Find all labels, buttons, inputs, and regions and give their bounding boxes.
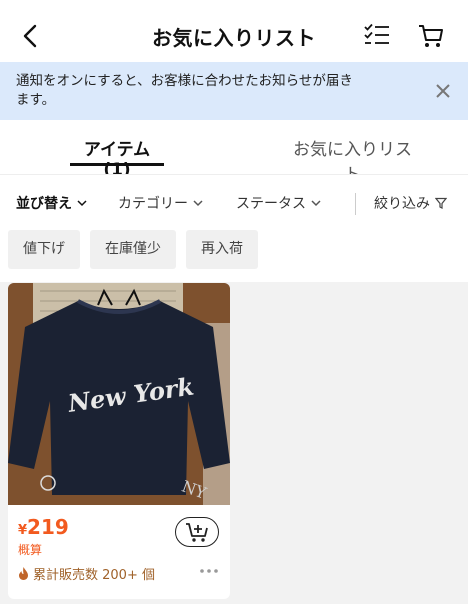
cart-plus-icon — [186, 523, 208, 542]
chevron-down-icon — [77, 200, 87, 207]
narrow-label: 絞り込み — [374, 196, 430, 212]
sort-dropdown[interactable]: 並び替え — [16, 193, 87, 213]
filter-divider — [355, 193, 356, 215]
notification-text: 通知をオンにすると、お客様に合わせたお知らせが届きます。 — [16, 73, 353, 108]
status-label: ステータス — [236, 196, 306, 212]
chevron-down-icon — [311, 200, 321, 207]
chevron-down-icon — [193, 200, 203, 207]
price: ¥219 — [18, 515, 69, 539]
close-icon[interactable] — [433, 81, 453, 101]
sales-count: 累計販売数 200+ 個 — [18, 564, 155, 583]
more-options-icon[interactable] — [198, 566, 220, 576]
narrow-down-button[interactable]: 絞り込み — [374, 193, 447, 213]
approx-label: 概算 — [18, 543, 43, 557]
filter-icon — [435, 197, 447, 209]
category-dropdown[interactable]: カテゴリー — [118, 193, 203, 213]
product-card[interactable]: New York NY ¥219 概算 累計販売数 200+ 個 — [8, 283, 230, 599]
tab-bar: アイテム (1) お気に入りリスト — [0, 120, 468, 185]
page-title: お気に入りリスト — [152, 26, 316, 50]
filter-bar: 並び替え カテゴリー ステータス 絞り込み 値下げ 在庫僅少 再入荷 — [0, 174, 468, 282]
chip-restock[interactable]: 再入荷 — [186, 230, 258, 269]
chip-low-stock[interactable]: 在庫僅少 — [90, 230, 176, 269]
chip-price-drop[interactable]: 値下げ — [8, 230, 80, 269]
checklist-icon[interactable] — [362, 21, 392, 51]
app-header: お気に入りリスト — [0, 0, 468, 70]
category-label: カテゴリー — [118, 196, 188, 212]
flame-icon — [19, 567, 28, 580]
notification-banner: 通知をオンにすると、お客様に合わせたお知らせが届きます。 開く — [0, 62, 468, 169]
add-to-cart-button[interactable] — [175, 517, 219, 547]
sort-label: 並び替え — [16, 196, 72, 212]
status-dropdown[interactable]: ステータス — [236, 193, 321, 213]
product-image[interactable]: New York NY — [8, 283, 230, 505]
active-tab-indicator — [70, 163, 164, 166]
sales-count-text: 累計販売数 200+ 個 — [33, 568, 155, 583]
currency-symbol: ¥ — [18, 523, 28, 538]
price-value: 219 — [27, 515, 69, 539]
cart-icon[interactable] — [416, 21, 446, 51]
